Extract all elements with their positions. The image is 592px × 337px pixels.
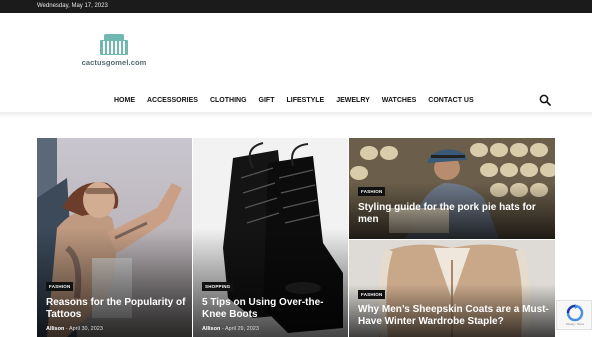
post-meta: Allison - April 30, 2023 xyxy=(46,326,103,332)
site-logo[interactable]: cactusgomel.com xyxy=(74,31,154,77)
recaptcha-badge[interactable]: Privacy - Terms xyxy=(556,300,592,330)
post-meta: Allison - April 29, 2023 xyxy=(202,326,259,332)
nav-clothing[interactable]: CLOTHING xyxy=(204,95,253,111)
top-bar: Wednesday, May 17, 2023 xyxy=(0,0,592,13)
nav-gift[interactable]: GIFT xyxy=(253,95,281,111)
search-icon[interactable] xyxy=(539,94,551,106)
post-card-sheepskin-coats[interactable]: FASHION Why Men’s Sheepskin Coats are a … xyxy=(349,240,555,337)
nav-home[interactable]: HOME xyxy=(108,95,141,115)
category-tag[interactable]: FASHION xyxy=(358,187,386,196)
nav-watches[interactable]: WATCHES xyxy=(376,95,422,111)
nav-jewelry[interactable]: JEWELRY xyxy=(330,95,376,111)
nav-accessories[interactable]: ACCESSORIES xyxy=(141,95,204,111)
nav-lifestyle[interactable]: LIFESTYLE xyxy=(280,95,330,111)
post-title[interactable]: 5 Tips on Using Over-the-Knee Boots xyxy=(202,297,342,321)
main-nav: HOME ACCESSORIES CLOTHING GIFT LIFESTYLE… xyxy=(108,95,480,115)
recaptcha-icon xyxy=(566,304,584,322)
category-tag[interactable]: FASHION xyxy=(46,282,74,291)
post-author[interactable]: Allison xyxy=(202,326,220,332)
post-date: April 29, 2023 xyxy=(224,326,259,332)
post-card-boots[interactable]: SHOPPING 5 Tips on Using Over-the-Knee B… xyxy=(193,138,348,337)
post-title[interactable]: Reasons for the Popularity of Tattoos xyxy=(46,297,186,321)
logo-text: cactusgomel.com xyxy=(81,58,147,67)
post-card-pork-pie-hats[interactable]: FASHION Styling guide for the pork pie h… xyxy=(349,138,555,239)
header-shadow xyxy=(0,112,592,118)
category-tag[interactable]: SHOPPING xyxy=(202,282,234,291)
post-title[interactable]: Why Men’s Sheepskin Coats are a Must-Hav… xyxy=(358,304,552,328)
nav-contact-us[interactable]: CONTACT US xyxy=(422,95,479,111)
post-card-tattoos[interactable]: FASHION Reasons for the Popularity of Ta… xyxy=(37,138,192,337)
post-title[interactable]: Styling guide for the pork pie hats for … xyxy=(358,202,548,226)
cactus-logo-icon xyxy=(100,34,128,55)
site-header: cactusgomel.com HOME ACCESSORIES CLOTHIN… xyxy=(0,13,592,115)
category-tag[interactable]: FASHION xyxy=(358,290,386,299)
current-date: Wednesday, May 17, 2023 xyxy=(37,3,108,9)
post-date: April 30, 2023 xyxy=(68,326,103,332)
recaptcha-text[interactable]: Privacy - Terms xyxy=(559,323,591,326)
post-author[interactable]: Allison xyxy=(46,326,64,332)
